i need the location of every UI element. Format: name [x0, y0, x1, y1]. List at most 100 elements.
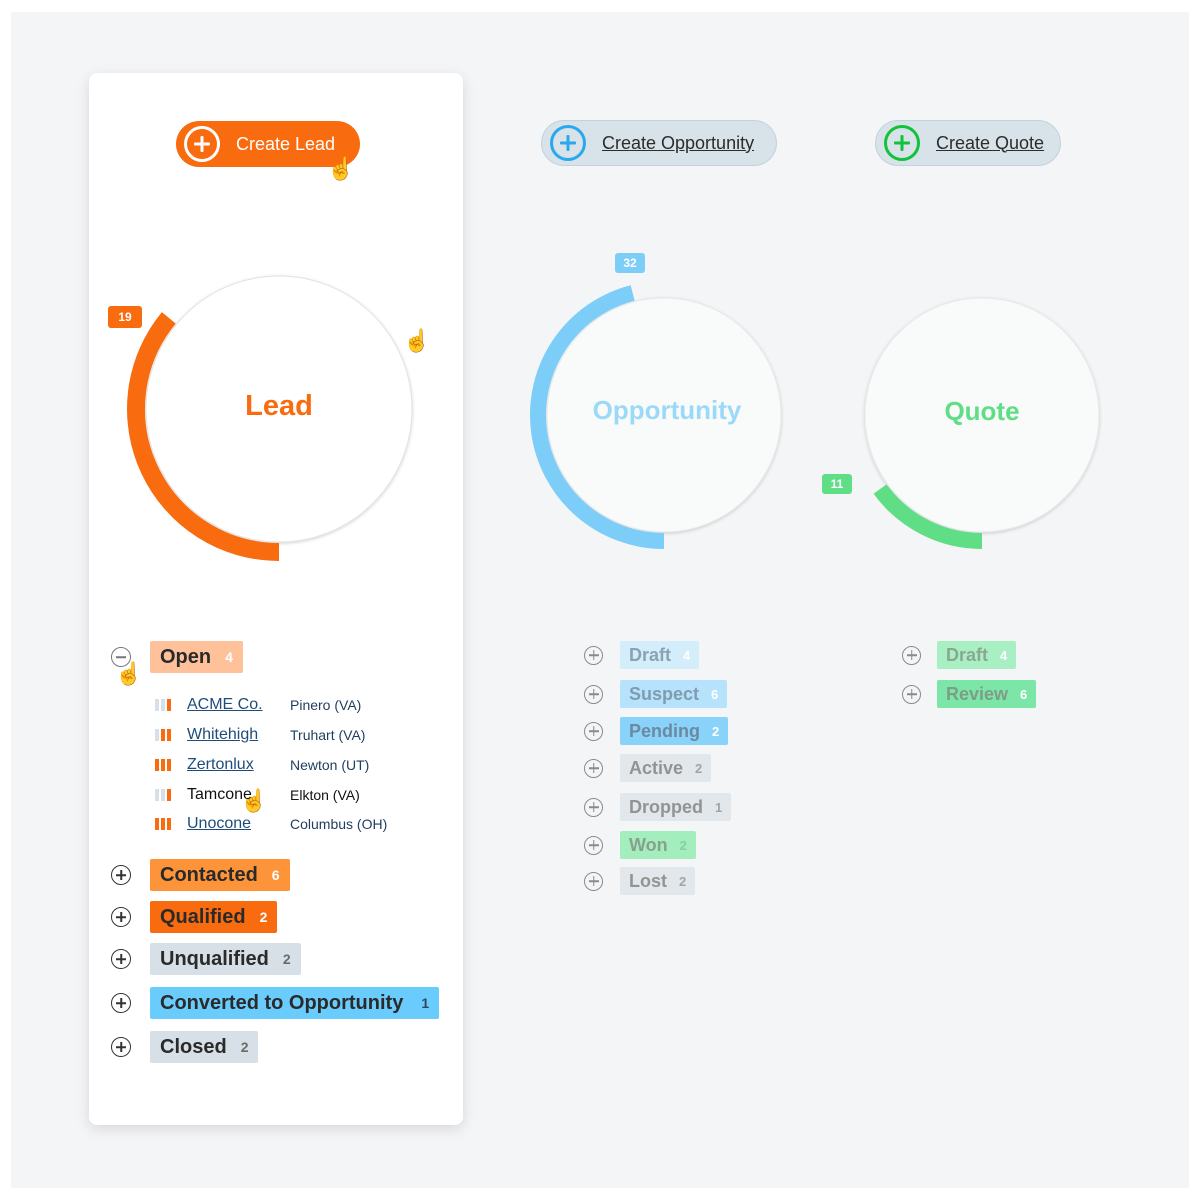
status-label: Active	[629, 757, 684, 778]
status-count: 2	[712, 723, 720, 739]
expand-icon[interactable]	[111, 949, 131, 969]
opportunity-status-dropped[interactable]: Dropped 1	[584, 793, 732, 821]
account-location: Columbus (OH)	[290, 816, 388, 832]
status-count: 1	[421, 995, 430, 1011]
expand-icon[interactable]	[584, 835, 603, 855]
status-tag: Pending 2	[620, 717, 729, 745]
status-label: Dropped	[629, 796, 703, 817]
opportunity-status-pending[interactable]: Pending 2	[584, 717, 729, 745]
account-row: Unocone Columbus (OH)	[155, 815, 387, 833]
status-label: Qualified	[160, 905, 246, 928]
status-label: Closed	[160, 1035, 227, 1058]
opportunity-status-lost[interactable]: Lost 2	[584, 867, 696, 895]
status-count: 4	[225, 649, 233, 665]
account-location: Pinero (VA)	[290, 697, 362, 713]
status-label: Draft	[629, 644, 672, 665]
status-count: 6	[1020, 686, 1028, 702]
status-tag: Suspect 6	[620, 680, 728, 708]
status-count: 1	[715, 799, 723, 815]
signal-bars-icon	[155, 759, 187, 771]
account-row: Zertonlux Newton (UT)	[155, 756, 369, 774]
account-location: Newton (UT)	[290, 757, 370, 773]
opportunity-count-badge: 32	[615, 253, 645, 273]
opportunity-ring-title: Opportunity	[592, 395, 742, 425]
account-link[interactable]: Tamcone	[187, 786, 290, 804]
lead-status-closed[interactable]: Closed 2	[111, 1031, 259, 1063]
status-tag: Open 4	[150, 641, 243, 673]
account-row: ACME Co. Pinero (VA)	[155, 696, 361, 714]
status-tag: Unqualified 2	[150, 943, 301, 975]
expand-icon[interactable]	[111, 993, 131, 1013]
lead-status-qualified[interactable]: Qualified 2	[111, 901, 278, 933]
lead-status-open[interactable]: Open 4	[111, 641, 243, 673]
lead-ring-title: Lead	[245, 390, 313, 422]
status-tag: Review 6	[937, 680, 1037, 708]
expand-icon[interactable]	[111, 865, 131, 885]
account-link[interactable]: Zertonlux	[187, 756, 290, 774]
status-label: Draft	[946, 644, 989, 665]
account-link[interactable]: Whitehigh	[187, 726, 290, 744]
account-row: Tamcone Elkton (VA)	[155, 786, 360, 804]
status-count: 2	[679, 873, 687, 889]
status-tag: Contacted 6	[150, 859, 290, 891]
opportunity-status-active[interactable]: Active 2	[584, 754, 712, 782]
expand-icon[interactable]	[111, 1037, 131, 1057]
expand-icon[interactable]	[584, 684, 603, 704]
expand-icon[interactable]	[902, 645, 921, 665]
expand-icon[interactable]	[584, 758, 603, 778]
status-label: Contacted	[160, 863, 258, 886]
opportunity-status-draft[interactable]: Draft 4	[584, 641, 700, 669]
account-row: Whitehigh Truhart (VA)	[155, 726, 365, 744]
status-tag: Converted to Opportunity 1	[150, 987, 440, 1019]
status-tag: Dropped 1	[620, 793, 732, 821]
status-label: Pending	[629, 720, 700, 741]
quote-status-draft[interactable]: Draft 4	[902, 641, 1017, 669]
expand-icon[interactable]	[584, 721, 603, 741]
expand-icon[interactable]	[111, 907, 131, 927]
status-label: Review	[946, 683, 1009, 704]
lead-status-converted[interactable]: Converted to Opportunity 1	[111, 987, 440, 1019]
progress-rings	[127, 275, 1100, 561]
status-tag: Active 2	[620, 754, 712, 782]
expand-icon[interactable]	[584, 871, 603, 891]
status-label: Won	[629, 834, 668, 855]
account-location: Elkton (VA)	[290, 787, 360, 803]
status-label: Converted to Opportunity	[160, 991, 404, 1014]
account-link[interactable]: ACME Co.	[187, 696, 290, 714]
account-link[interactable]: Unocone	[187, 815, 290, 833]
lead-count-badge: 19	[108, 306, 142, 328]
expand-icon[interactable]	[902, 684, 921, 704]
signal-bars-icon	[155, 729, 187, 741]
lead-status-contacted[interactable]: Contacted 6	[111, 859, 290, 891]
status-count: 2	[240, 1039, 249, 1055]
status-count: 4	[1000, 647, 1008, 663]
status-tag: Draft 4	[620, 641, 700, 669]
opportunity-status-suspect[interactable]: Suspect 6	[584, 680, 728, 708]
status-label: Unqualified	[160, 947, 269, 970]
signal-bars-icon	[155, 789, 187, 801]
status-count: 6	[271, 867, 280, 883]
signal-bars-icon	[155, 818, 187, 830]
quote-count-badge: 11	[822, 474, 852, 494]
status-tag: Lost 2	[620, 867, 696, 895]
status-label: Lost	[629, 870, 667, 891]
quote-status-review[interactable]: Review 6	[902, 680, 1037, 708]
collapse-icon[interactable]	[111, 647, 131, 667]
expand-icon[interactable]	[584, 797, 603, 817]
signal-bars-icon	[155, 699, 187, 711]
status-label: Open	[160, 645, 212, 668]
status-count: 2	[679, 837, 687, 853]
status-tag: Closed 2	[150, 1031, 259, 1063]
lead-status-unqualified[interactable]: Unqualified 2	[111, 943, 301, 975]
status-count: 4	[683, 647, 691, 663]
status-count: 2	[695, 760, 703, 776]
quote-ring-title: Quote	[944, 396, 1020, 426]
status-count: 2	[259, 909, 268, 925]
status-tag: Qualified 2	[150, 901, 278, 933]
expand-icon[interactable]	[584, 645, 603, 665]
status-tag: Draft 4	[937, 641, 1017, 669]
status-tag: Won 2	[620, 831, 696, 859]
status-count: 6	[711, 686, 719, 702]
opportunity-status-won[interactable]: Won 2	[584, 831, 696, 859]
status-count: 2	[282, 951, 291, 967]
